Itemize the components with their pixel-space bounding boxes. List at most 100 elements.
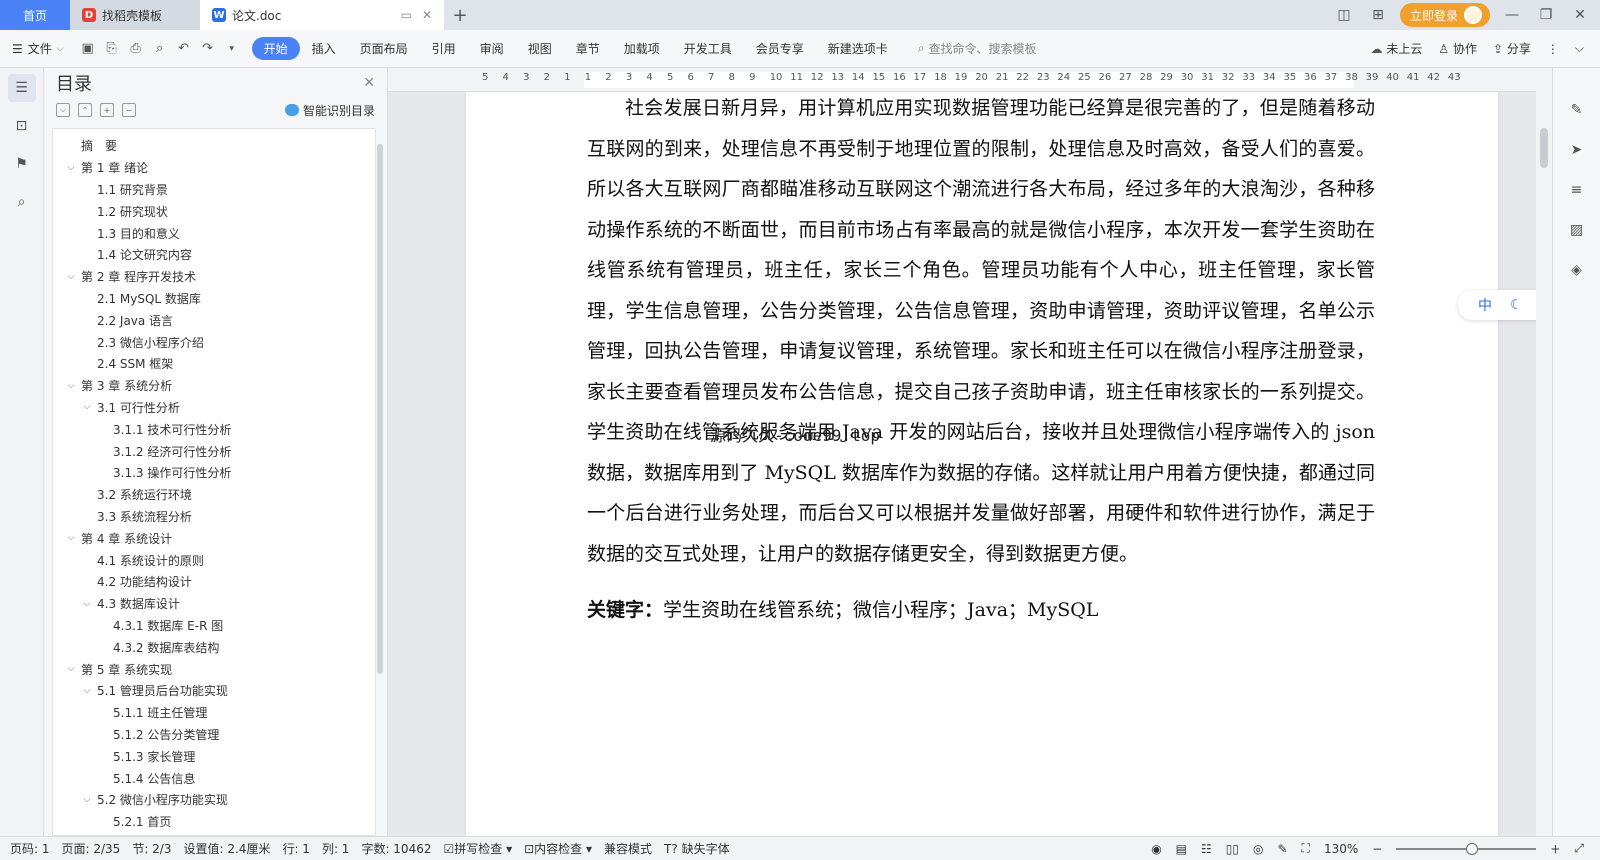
smart-toc-button[interactable]: 智能识别目录 — [284, 102, 375, 119]
redo-icon[interactable]: ↷ — [197, 38, 219, 60]
toc-item[interactable]: ⌵ 5.2 微信小程序功能实现 — [53, 789, 375, 811]
chevron-down-icon[interactable]: ⌵ — [65, 533, 77, 543]
moon-icon[interactable]: ☾ — [1510, 297, 1523, 313]
add-heading-icon[interactable]: + — [100, 103, 114, 117]
bookmark-icon[interactable]: ⚑ — [8, 150, 36, 178]
pen-mode-icon[interactable]: ✎ — [1277, 842, 1287, 856]
file-menu[interactable]: ☰ 文件 ⌵ — [12, 40, 64, 57]
horizontal-ruler[interactable]: 5 4 3 2 1 1 2 3 4 5 6 7 8 9 10 11 12 13 14 15 16 17 18 19 20 21 22… — [388, 68, 1536, 92]
toc-item[interactable]: 4.1 系统设计的原则 — [53, 549, 375, 571]
print-preview-icon[interactable]: ⌕ — [149, 38, 171, 60]
status-section[interactable]: 节: 2/3 — [132, 840, 171, 857]
chevron-down-icon[interactable]: ⌵ — [65, 381, 77, 391]
toc-item[interactable]: 2.3 微信小程序介绍 — [53, 331, 375, 353]
vertical-scrollbar[interactable] — [1536, 68, 1552, 836]
tab-section[interactable]: 章节 — [564, 37, 612, 60]
tab-insert[interactable]: 插入 — [300, 37, 348, 60]
collapse-ribbon-icon[interactable]: ⌵ — [1575, 41, 1584, 56]
toc-item[interactable]: 2.4 SSM 框架 — [53, 353, 375, 375]
apps-grid-icon[interactable]: ⊞ — [1366, 7, 1390, 23]
chevron-down-icon[interactable]: ⌵ — [81, 599, 93, 609]
tab-document[interactable]: W 论文.doc ▭ ✕ — [200, 0, 444, 30]
zoom-knob[interactable] — [1466, 842, 1479, 855]
page-view-icon[interactable]: ▤ — [1176, 842, 1187, 856]
new-tab-button[interactable]: + — [444, 0, 476, 30]
ime-language[interactable]: 中 — [1478, 295, 1492, 315]
chevron-down-icon[interactable]: ⌵ — [65, 272, 77, 282]
toc-item[interactable]: 1.2 研究现状 — [53, 200, 375, 222]
web-view-icon[interactable]: ◎ — [1253, 842, 1263, 856]
content-check-button[interactable]: ⊡内容检查 ▾ — [524, 840, 592, 857]
status-row[interactable]: 行: 1 — [282, 840, 310, 857]
toc-item[interactable]: 3.1.3 操作可行性分析 — [53, 462, 375, 484]
spell-check-button[interactable]: ☑拼写检查 ▾ — [443, 840, 512, 857]
sliders-icon[interactable]: ≡ — [1565, 178, 1589, 202]
tab-home[interactable]: 首页 — [0, 0, 70, 30]
tab-addins[interactable]: 加载项 — [612, 37, 672, 60]
tab-new[interactable]: 新建选项卡 — [816, 37, 900, 60]
toc-item[interactable]: ⌵ 第 4 章 系统设计 — [53, 527, 375, 549]
toc-item[interactable]: 4.2 功能结构设计 — [53, 571, 375, 593]
tab-start[interactable]: 开始 — [251, 37, 300, 60]
toc-item[interactable]: 5.1.2 公告分类管理 — [53, 724, 375, 746]
chevron-down-icon[interactable]: ⌵ — [65, 163, 77, 173]
save-icon[interactable]: ▣ — [77, 38, 99, 60]
chevron-down-icon[interactable]: ⌵ — [81, 795, 93, 805]
toc-item[interactable]: ⌵ 4.3 数据库设计 — [53, 593, 375, 615]
command-search[interactable]: ⌕ 查找命令、搜索模板 — [918, 40, 1037, 57]
chevron-down-icon[interactable]: ⌵ — [65, 664, 77, 674]
toc-item[interactable]: 摘 要 — [53, 135, 375, 157]
toc-item[interactable]: 3.3 系统流程分析 — [53, 506, 375, 528]
tab-view[interactable]: 视图 — [516, 37, 564, 60]
read-view-icon[interactable]: ▯▯ — [1226, 842, 1239, 856]
print-icon[interactable]: ⎙ — [125, 38, 147, 60]
toc-item[interactable]: ⌵ 第 5 章 系统实现 — [53, 658, 375, 680]
restore-icon[interactable]: ❐ — [1534, 7, 1558, 23]
status-word-count[interactable]: 字数: 10462 — [361, 840, 431, 857]
tab-developer[interactable]: 开发工具 — [672, 37, 744, 60]
tab-templates[interactable]: D 找稻壳模板 — [70, 0, 200, 30]
expand-all-icon[interactable]: ⌵ — [56, 103, 70, 117]
eye-protect-icon[interactable]: ◉ — [1151, 842, 1161, 856]
more-vertical-icon[interactable]: ⋮ — [1547, 42, 1559, 56]
chapter-nav-icon[interactable]: ⊡ — [8, 112, 36, 140]
collab-button[interactable]: ♙ 协作 — [1438, 40, 1477, 57]
cloud-status[interactable]: ☁ 未上云 — [1371, 40, 1423, 57]
tab-references[interactable]: 引用 — [420, 37, 468, 60]
compat-mode[interactable]: 兼容模式 — [604, 840, 652, 857]
export-pdf-icon[interactable]: ⎘ — [101, 38, 123, 60]
tab-review[interactable]: 审阅 — [468, 37, 516, 60]
missing-font-button[interactable]: T? 缺失字体 — [664, 840, 730, 857]
toc-item[interactable]: 3.2 系统运行环境 — [53, 484, 375, 506]
zoom-slider[interactable] — [1396, 842, 1537, 855]
more-quick-icon[interactable]: ▾ — [221, 38, 243, 60]
fullscreen-icon[interactable]: ⤢ — [1574, 841, 1584, 856]
minimize-icon[interactable]: — — [1500, 7, 1524, 23]
close-tab-icon[interactable]: ✕ — [422, 8, 432, 22]
layout-icon[interactable]: ◫ — [1332, 7, 1356, 23]
remove-heading-icon[interactable]: − — [122, 103, 136, 117]
fit-page-icon[interactable]: ⛶ — [1302, 841, 1310, 856]
tab-page-layout[interactable]: 页面布局 — [348, 37, 420, 60]
toc-item[interactable]: 2.2 Java 语言 — [53, 309, 375, 331]
keywords-line[interactable]: 关键字：学生资助在线管系统；微信小程序；Java；MySQL — [587, 595, 1098, 622]
zoom-in-icon[interactable]: + — [1550, 842, 1560, 856]
collapse-all-icon[interactable]: ⌃ — [78, 103, 92, 117]
toc-item[interactable]: ⌵ 3.1 可行性分析 — [53, 397, 375, 419]
share-button[interactable]: ⇪ 分享 — [1493, 40, 1531, 57]
toc-scrollbar[interactable] — [377, 144, 383, 674]
outline-view-icon[interactable]: ☷ — [1201, 842, 1212, 856]
toc-item[interactable]: 5.1.4 公告信息 — [53, 767, 375, 789]
status-page-number[interactable]: 页码: 1 — [10, 840, 50, 857]
toc-item[interactable]: ⌵ 第 1 章 绪论 — [53, 157, 375, 179]
toc-item[interactable]: 2.1 MySQL 数据库 — [53, 288, 375, 310]
toc-item[interactable]: 5.2.1 首页 — [53, 811, 375, 833]
status-setting[interactable]: 设置值: 2.4厘米 — [183, 840, 270, 857]
toc-item[interactable]: 5.1.3 家长管理 — [53, 745, 375, 767]
toc-item[interactable]: ⌵ 5.1 管理员后台功能实现 — [53, 680, 375, 702]
zoom-out-icon[interactable]: − — [1372, 842, 1382, 856]
float-window-icon[interactable]: ▭ — [401, 8, 412, 22]
toc-item[interactable]: 1.1 研究背景 — [53, 179, 375, 201]
status-pages[interactable]: 页面: 2/35 — [62, 840, 121, 857]
toc-item[interactable]: 1.4 论文研究内容 — [53, 244, 375, 266]
